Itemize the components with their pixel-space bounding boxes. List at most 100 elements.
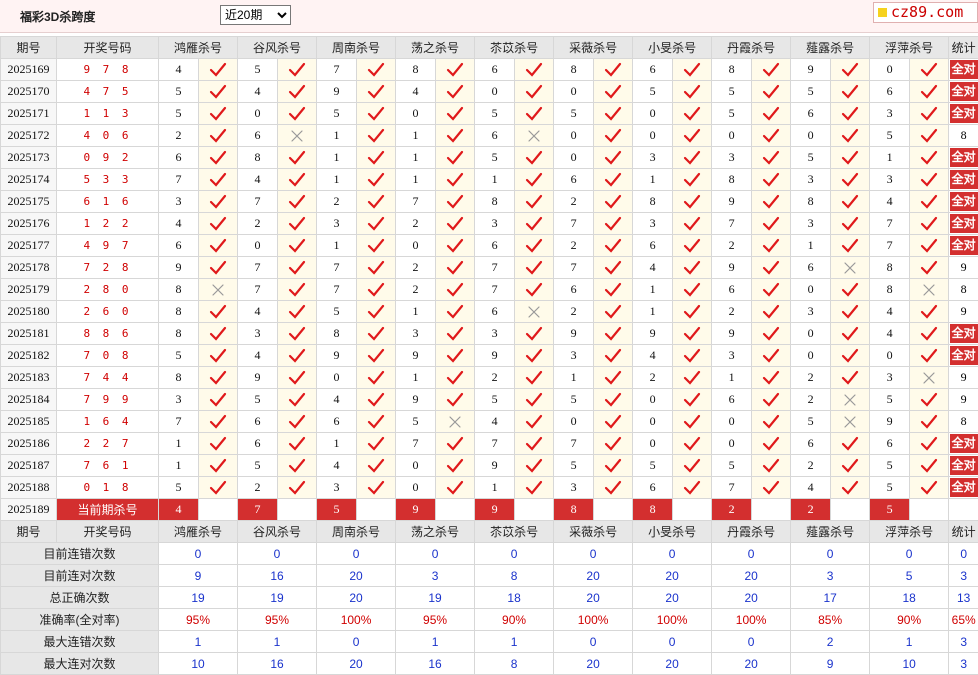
- stats-value: 9: [791, 653, 870, 675]
- table-row: 20251724 0 626116000058: [1, 125, 978, 147]
- check-icon: [446, 392, 464, 408]
- check-icon: [604, 282, 622, 298]
- stats-value: 20: [554, 653, 633, 675]
- hit-mark: [199, 433, 238, 455]
- hit-mark: [831, 191, 870, 213]
- check-mark: [922, 350, 936, 361]
- check-mark: [764, 306, 778, 317]
- period-cell: 2025187: [1, 455, 57, 477]
- check-mark: [685, 394, 699, 405]
- cross-mark: [529, 131, 539, 141]
- hit-mark: [831, 389, 870, 411]
- check-icon: [288, 172, 306, 188]
- check-mark: [369, 240, 383, 251]
- stat-value: 8: [961, 128, 967, 142]
- kill-number: 9: [317, 81, 357, 103]
- check-icon: [288, 150, 306, 166]
- stat-cell: 9: [949, 301, 978, 323]
- stats-value: 0: [791, 543, 870, 565]
- check-mark: [606, 240, 620, 251]
- kill-number: 2: [475, 367, 515, 389]
- hit-mark: [673, 279, 712, 301]
- period-cell: 2025175: [1, 191, 57, 213]
- range-select[interactable]: 近20期: [220, 5, 291, 25]
- check-mark: [527, 152, 541, 163]
- stats-row: 总正确次数1919201918202020171813: [1, 587, 978, 609]
- kill-number: 3: [238, 323, 278, 345]
- check-mark: [606, 196, 620, 207]
- table-row: 20251847 9 935495506259: [1, 389, 978, 411]
- hit-mark: [673, 213, 712, 235]
- current-kill-number: 5: [317, 499, 357, 521]
- check-mark: [369, 130, 383, 141]
- kill-number: 9: [159, 257, 199, 279]
- kill-number: 0: [633, 103, 673, 125]
- kill-number: 8: [238, 147, 278, 169]
- draw-numbers: 2 2 7: [57, 433, 159, 455]
- check-icon: [209, 238, 227, 254]
- check-mark: [606, 262, 620, 273]
- kill-number: 3: [317, 477, 357, 499]
- hit-mark: [673, 103, 712, 125]
- kill-number: 1: [712, 367, 752, 389]
- check-mark: [290, 416, 304, 427]
- check-mark: [527, 460, 541, 471]
- check-icon: [367, 260, 385, 276]
- hit-mark: [831, 411, 870, 433]
- check-icon: [841, 128, 859, 144]
- cross-icon: [525, 304, 543, 320]
- check-icon: [367, 304, 385, 320]
- hit-mark: [910, 235, 949, 257]
- check-icon: [209, 436, 227, 452]
- kill-number: 5: [870, 389, 910, 411]
- check-mark: [527, 174, 541, 185]
- hit-mark: [831, 257, 870, 279]
- kill-number: 9: [870, 411, 910, 433]
- hit-mark: [673, 323, 712, 345]
- stats-value: 20: [317, 565, 396, 587]
- hit-mark: [515, 477, 554, 499]
- check-icon: [367, 62, 385, 78]
- check-mark: [922, 108, 936, 119]
- check-icon: [762, 106, 780, 122]
- hit-mark: [357, 103, 396, 125]
- check-mark: [843, 196, 857, 207]
- stats-value: 1: [238, 631, 317, 653]
- check-mark: [843, 174, 857, 185]
- stats-value: 10: [870, 653, 949, 675]
- check-mark: [448, 174, 462, 185]
- stat-value: 8: [961, 282, 967, 296]
- hit-mark: [910, 169, 949, 191]
- check-icon: [367, 458, 385, 474]
- check-icon: [762, 436, 780, 452]
- kill-number: 4: [238, 169, 278, 191]
- check-mark: [685, 240, 699, 251]
- check-icon: [841, 282, 859, 298]
- check-icon: [604, 194, 622, 210]
- kill-number: 2: [554, 191, 594, 213]
- cross-icon: [288, 128, 306, 144]
- check-mark: [606, 64, 620, 75]
- hit-mark: [673, 59, 712, 81]
- check-icon: [525, 260, 543, 276]
- check-icon: [762, 62, 780, 78]
- check-mark: [369, 394, 383, 405]
- kill-number: 5: [475, 103, 515, 125]
- hit-mark: [831, 59, 870, 81]
- site-logo[interactable]: cz89.com: [873, 2, 978, 23]
- kill-number: 5: [712, 81, 752, 103]
- check-icon: [446, 62, 464, 78]
- draw-numbers: 7 6 1: [57, 455, 159, 477]
- hit-mark: [278, 81, 317, 103]
- draw-numbers: 7 9 9: [57, 389, 159, 411]
- check-mark: [685, 86, 699, 97]
- stats-value: 20: [633, 565, 712, 587]
- check-icon: [841, 370, 859, 386]
- stats-value: 20: [633, 653, 712, 675]
- hit-mark: [436, 411, 475, 433]
- stats-value: 95%: [159, 609, 238, 631]
- kill-number: 4: [238, 345, 278, 367]
- check-icon: [209, 348, 227, 364]
- check-mark: [764, 438, 778, 449]
- draw-numbers: 0 9 2: [57, 147, 159, 169]
